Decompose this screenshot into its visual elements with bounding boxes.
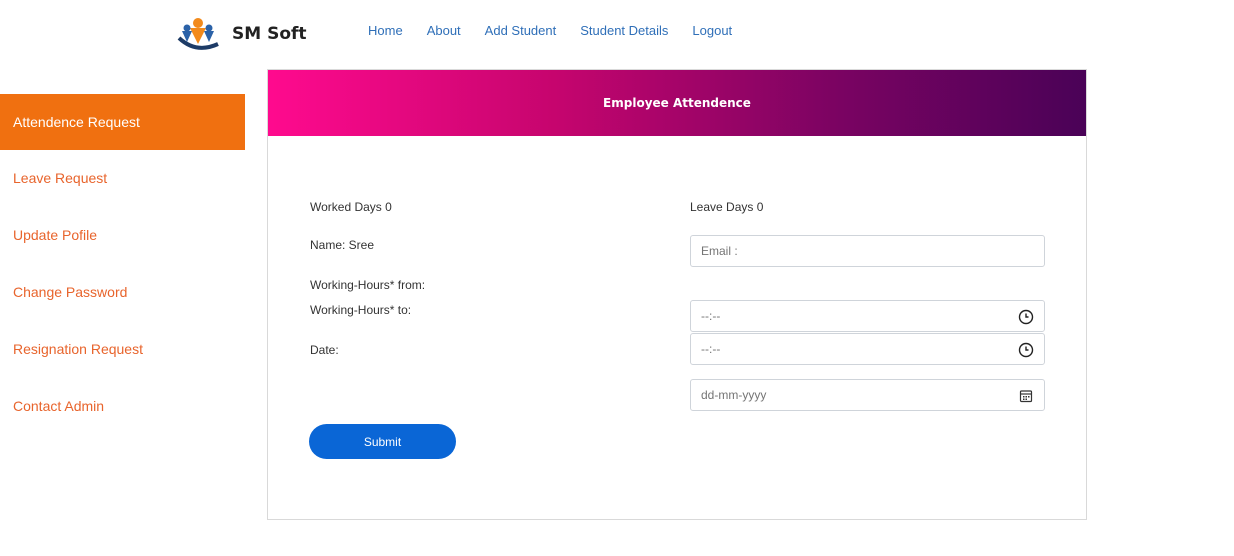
date-field[interactable] <box>690 379 1045 411</box>
time-from-field[interactable] <box>690 300 1045 332</box>
nav-logout[interactable]: Logout <box>692 23 732 38</box>
clock-icon[interactable] <box>1018 309 1034 325</box>
sidebar-item-change-password[interactable]: Change Password <box>0 264 245 321</box>
hours-from-label: Working-Hours* from: <box>310 278 426 292</box>
card-header: Employee Attendence <box>268 70 1086 136</box>
clock-icon[interactable] <box>1018 342 1034 358</box>
sidebar: Attendence Request Leave Request Update … <box>0 94 245 435</box>
date-input[interactable] <box>701 388 1034 402</box>
sidebar-item-leave-request[interactable]: Leave Request <box>0 150 245 207</box>
worked-days: Worked Days 0 <box>310 200 392 214</box>
nav-student-details[interactable]: Student Details <box>580 23 668 38</box>
brand[interactable]: SM Soft <box>176 14 307 54</box>
brand-name: SM Soft <box>232 24 307 44</box>
top-nav: Home About Add Student Student Details L… <box>368 23 732 38</box>
nav-home[interactable]: Home <box>368 23 403 38</box>
calendar-icon[interactable] <box>1018 388 1034 404</box>
nav-add-student[interactable]: Add Student <box>485 23 557 38</box>
employee-name: Name: Sree <box>310 238 375 252</box>
sidebar-item-update-profile[interactable]: Update Pofile <box>0 207 245 264</box>
hours-to-label: Working-Hours* to: <box>310 303 412 317</box>
sidebar-item-attendence-request[interactable]: Attendence Request <box>0 94 245 150</box>
nav-about[interactable]: About <box>427 23 461 38</box>
submit-button[interactable]: Submit <box>309 424 456 459</box>
time-to-input[interactable] <box>701 342 1034 356</box>
date-label: Date: <box>310 343 339 357</box>
attendance-card: Employee Attendence Worked Days 0 Leave … <box>267 69 1087 520</box>
email-input[interactable] <box>701 244 1034 258</box>
email-field[interactable] <box>690 235 1045 267</box>
sm-soft-logo-icon <box>176 14 220 54</box>
time-to-field[interactable] <box>690 333 1045 365</box>
time-from-input[interactable] <box>701 309 1034 323</box>
sidebar-item-contact-admin[interactable]: Contact Admin <box>0 378 245 435</box>
card-title: Employee Attendence <box>603 96 751 110</box>
leave-days: Leave Days 0 <box>690 200 764 214</box>
sidebar-item-resignation-request[interactable]: Resignation Request <box>0 321 245 378</box>
